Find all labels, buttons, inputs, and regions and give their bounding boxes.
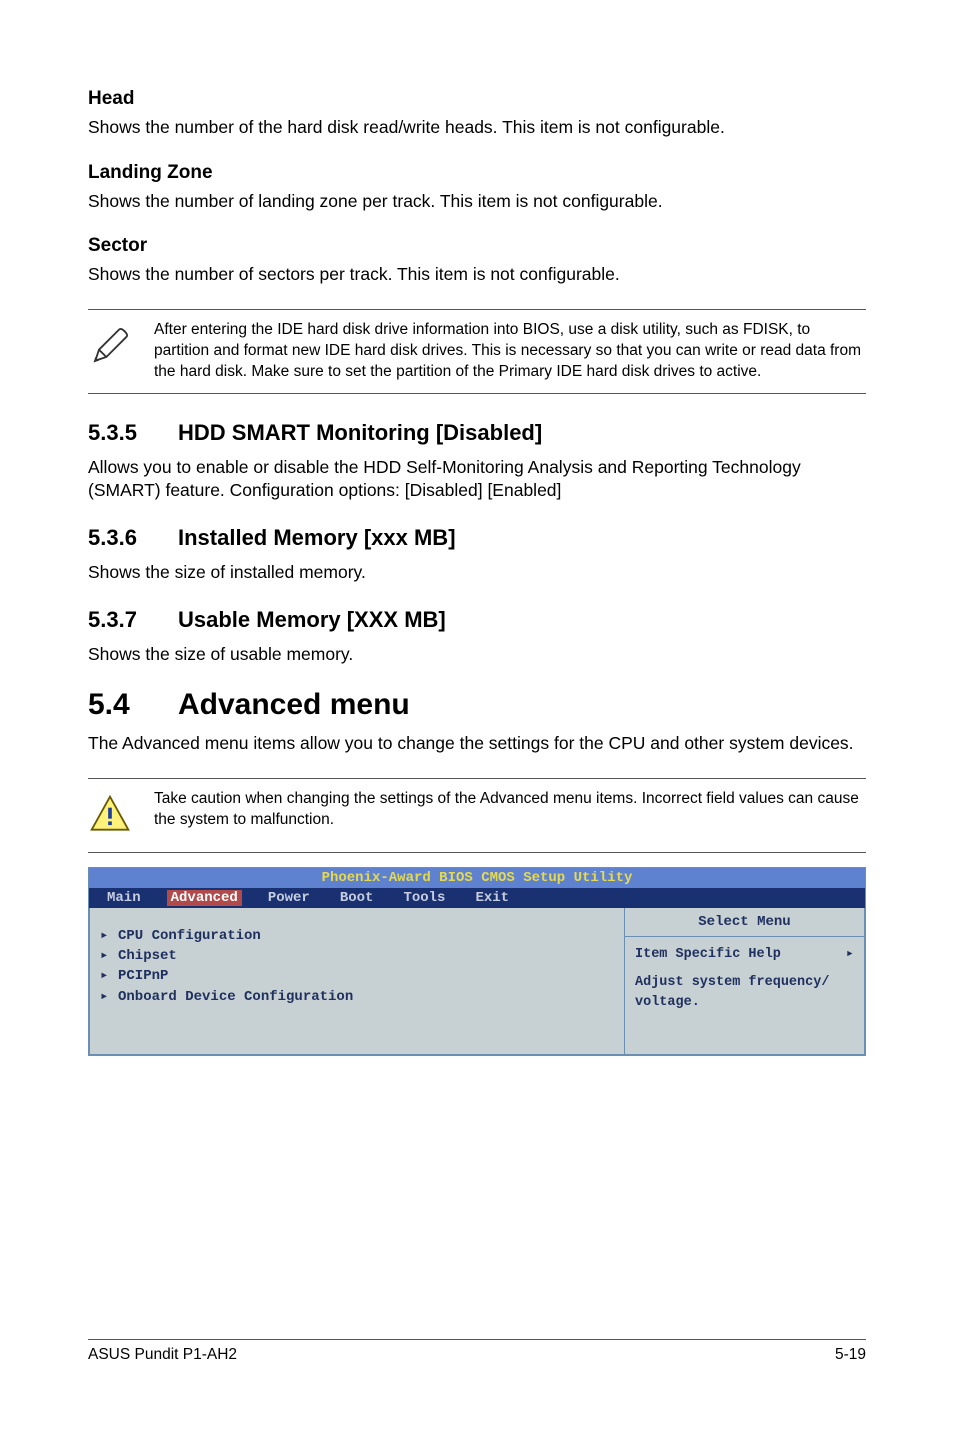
triangle-icon: ▸ <box>846 945 854 965</box>
text-537: Shows the size of usable memory. <box>88 643 866 667</box>
text-54: The Advanced menu items allow you to cha… <box>88 732 866 756</box>
triangle-icon: ▸ <box>100 987 110 1007</box>
heading-535: 5.3.5HDD SMART Monitoring [Disabled] <box>88 420 866 446</box>
bios-item-label: Chipset <box>118 946 177 966</box>
heading-537-no: 5.3.7 <box>88 607 178 633</box>
heading-536-title: Installed Memory [xxx MB] <box>178 525 456 550</box>
heading-54-title: Advanced menu <box>178 688 410 721</box>
bios-help-text: Adjust system frequency/ voltage. <box>635 973 854 1014</box>
text-sector: Shows the number of sectors per track. T… <box>88 263 866 287</box>
heading-535-no: 5.3.5 <box>88 420 178 446</box>
footer-product: ASUS Pundit P1-AH2 <box>88 1346 237 1364</box>
bios-left-panel: ▸ CPU Configuration ▸ Chipset ▸ PCIPnP ▸… <box>89 908 625 1055</box>
bios-right-panel: Select Menu Item Specific Help ▸ Adjust … <box>625 908 865 1055</box>
bios-tab-main[interactable]: Main <box>103 890 145 906</box>
bios-item-pcipnp[interactable]: ▸ PCIPnP <box>100 966 614 986</box>
heading-535-title: HDD SMART Monitoring [Disabled] <box>178 420 542 445</box>
bios-item-onboard-device[interactable]: ▸ Onboard Device Configuration <box>100 987 614 1007</box>
triangle-icon: ▸ <box>100 926 110 946</box>
bios-right-title: Select Menu <box>625 908 864 937</box>
heading-537: 5.3.7Usable Memory [XXX MB] <box>88 607 866 633</box>
bios-item-cpu-config[interactable]: ▸ CPU Configuration <box>100 926 614 946</box>
note-caution-text: Take caution when changing the settings … <box>154 789 866 831</box>
heading-landing-zone: Landing Zone <box>88 162 866 184</box>
bios-tab-boot[interactable]: Boot <box>336 890 378 906</box>
heading-536-no: 5.3.6 <box>88 525 178 551</box>
bios-tab-power[interactable]: Power <box>264 890 314 906</box>
bios-title: Phoenix-Award BIOS CMOS Setup Utility <box>89 868 865 888</box>
heading-head: Head <box>88 88 866 110</box>
heading-537-title: Usable Memory [XXX MB] <box>178 607 446 632</box>
footer-page-number: 5-19 <box>835 1346 866 1364</box>
text-536: Shows the size of installed memory. <box>88 561 866 585</box>
text-535: Allows you to enable or disable the HDD … <box>88 456 866 503</box>
caution-icon <box>88 789 134 842</box>
bios-item-label: CPU Configuration <box>118 926 261 946</box>
bios-item-label: PCIPnP <box>118 966 168 986</box>
bios-menubar: Main Advanced Power Boot Tools Exit <box>89 888 865 908</box>
bios-screenshot: Phoenix-Award BIOS CMOS Setup Utility Ma… <box>88 867 866 1056</box>
heading-536: 5.3.6Installed Memory [xxx MB] <box>88 525 866 551</box>
note-caution: Take caution when changing the settings … <box>88 778 866 853</box>
pencil-icon <box>88 320 134 373</box>
page-footer: ASUS Pundit P1-AH2 5-19 <box>88 1339 866 1364</box>
heading-sector: Sector <box>88 235 866 257</box>
bios-tab-exit[interactable]: Exit <box>471 890 513 906</box>
triangle-icon: ▸ <box>100 946 110 966</box>
text-head: Shows the number of the hard disk read/w… <box>88 116 866 140</box>
heading-54-no: 5.4 <box>88 688 178 722</box>
bios-right-body: Item Specific Help ▸ Adjust system frequ… <box>625 937 864 1054</box>
note-pencil-text: After entering the IDE hard disk drive i… <box>154 320 866 383</box>
bios-item-chipset[interactable]: ▸ Chipset <box>100 946 614 966</box>
triangle-icon: ▸ <box>100 966 110 986</box>
bios-tab-advanced[interactable]: Advanced <box>167 890 242 906</box>
heading-54: 5.4Advanced menu <box>88 688 866 722</box>
note-pencil: After entering the IDE hard disk drive i… <box>88 309 866 394</box>
bios-help-header: Item Specific Help <box>635 945 781 965</box>
bios-tab-tools[interactable]: Tools <box>399 890 449 906</box>
bios-body: ▸ CPU Configuration ▸ Chipset ▸ PCIPnP ▸… <box>89 908 865 1055</box>
bios-item-label: Onboard Device Configuration <box>118 987 353 1007</box>
text-landing-zone: Shows the number of landing zone per tra… <box>88 190 866 214</box>
